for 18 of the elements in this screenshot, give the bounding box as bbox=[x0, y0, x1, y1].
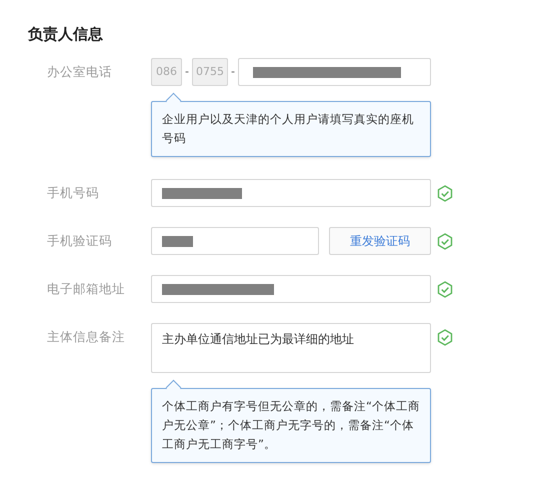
input-field[interactable] bbox=[151, 179, 431, 207]
field-label: 手机验证码 bbox=[47, 232, 113, 250]
separator-text: - bbox=[230, 64, 235, 80]
remark-field[interactable]: 主办单位通信地址已为最详细的地址 bbox=[151, 323, 431, 373]
country-code-field[interactable]: 086 bbox=[151, 58, 182, 86]
separator-text: - bbox=[185, 64, 189, 80]
field-label: 电子邮箱地址 bbox=[47, 280, 126, 298]
area-code-field[interactable]: 0755 bbox=[192, 58, 228, 86]
phone-input-field[interactable] bbox=[238, 58, 431, 86]
tooltip: 企业用户以及天津的个人用户请填写真实的座机号码 bbox=[151, 101, 431, 157]
tooltip: 个体工商户有字号但无公章的，需备注“个体工商户无公章”；个体工商户无字号的，需备注“个体工商户无工商字号”。 bbox=[151, 388, 431, 463]
code-input-field[interactable] bbox=[151, 227, 319, 255]
field-label: 主体信息备注 bbox=[47, 328, 126, 346]
field-label: 办公室电话 bbox=[47, 63, 113, 81]
resend-code-button[interactable]: 重发验证码 bbox=[329, 227, 431, 255]
input-field[interactable] bbox=[151, 275, 431, 303]
section-title: 负责人信息 bbox=[28, 24, 104, 44]
field-label: 手机号码 bbox=[47, 184, 100, 202]
